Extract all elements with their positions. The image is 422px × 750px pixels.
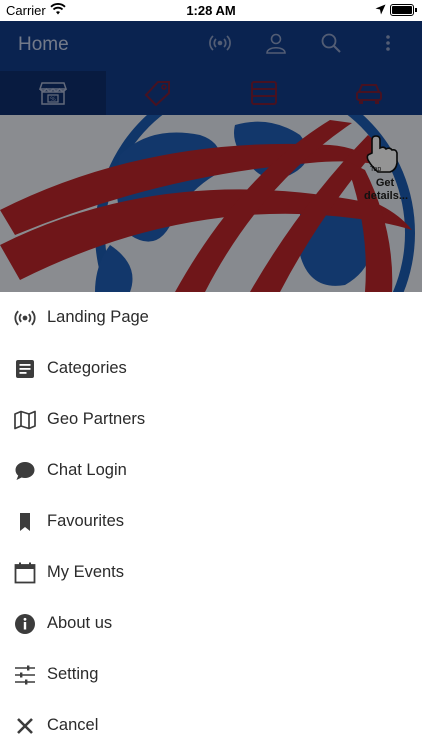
bookmark-icon xyxy=(0,510,47,534)
broadcast-header-icon[interactable] xyxy=(208,31,232,55)
car-icon xyxy=(356,84,383,104)
tab-tag[interactable] xyxy=(106,71,212,115)
menu-item-categories[interactable]: Categories xyxy=(0,343,422,394)
tab-car[interactable] xyxy=(317,71,422,115)
tap-label: Tap Get details... xyxy=(364,166,409,203)
page-title: Home xyxy=(18,34,69,55)
menu-item-about-us[interactable]: About us xyxy=(0,598,422,649)
menu-item-label: Landing Page xyxy=(47,308,149,326)
battery-icon xyxy=(390,4,417,16)
get-details-label: Get details... xyxy=(364,177,409,202)
tag-icon xyxy=(144,81,171,106)
menu-item-label: Categories xyxy=(47,359,127,377)
calendar-icon xyxy=(0,561,47,585)
list-icon xyxy=(250,81,277,105)
globe-swoosh-logo xyxy=(0,115,422,292)
info-icon xyxy=(0,612,47,636)
menu-item-cancel[interactable]: Cancel xyxy=(0,700,422,750)
menu-item-label: Favourites xyxy=(47,512,125,530)
document-icon xyxy=(0,357,47,381)
menu-item-geo-partners[interactable]: Geo Partners xyxy=(0,394,422,445)
menu-item-setting[interactable]: Setting xyxy=(0,649,422,700)
map-icon xyxy=(0,408,47,432)
menu-item-label: My Events xyxy=(47,563,125,581)
svg-text:%: % xyxy=(50,96,56,103)
menu-item-my-events[interactable]: My Events xyxy=(0,547,422,598)
menu-item-label: Setting xyxy=(47,665,99,683)
store-icon: % xyxy=(38,82,67,105)
broadcast-icon xyxy=(0,306,47,330)
menu-item-label: About us xyxy=(47,614,113,632)
category-tabs: % xyxy=(0,71,422,115)
more-vertical-icon[interactable] xyxy=(376,31,400,55)
menu-item-label: Chat Login xyxy=(47,461,127,479)
sliders-icon xyxy=(0,663,47,687)
hero-banner[interactable]: Tap Get details... xyxy=(0,115,422,292)
menu-item-label: Geo Partners xyxy=(47,410,146,428)
tap-hint: Tap xyxy=(370,166,382,173)
tab-store[interactable]: % xyxy=(0,71,106,115)
user-icon[interactable] xyxy=(264,31,288,55)
location-arrow-icon xyxy=(375,4,386,15)
tab-list[interactable] xyxy=(211,71,317,115)
menu-item-landing-page[interactable]: Landing Page xyxy=(0,292,422,343)
app-header: Home % xyxy=(0,21,422,115)
search-icon[interactable] xyxy=(319,31,343,55)
status-time: 1:28 AM xyxy=(186,3,236,18)
status-bar: Carrier 1:28 AM xyxy=(0,0,422,21)
side-menu: Landing Page Categories Geo Partners Cha… xyxy=(0,292,422,750)
menu-item-favourites[interactable]: Favourites xyxy=(0,496,422,547)
chat-icon xyxy=(0,459,47,483)
menu-item-label: Cancel xyxy=(47,716,99,734)
close-icon xyxy=(0,714,47,738)
menu-item-chat-login[interactable]: Chat Login xyxy=(0,445,422,496)
